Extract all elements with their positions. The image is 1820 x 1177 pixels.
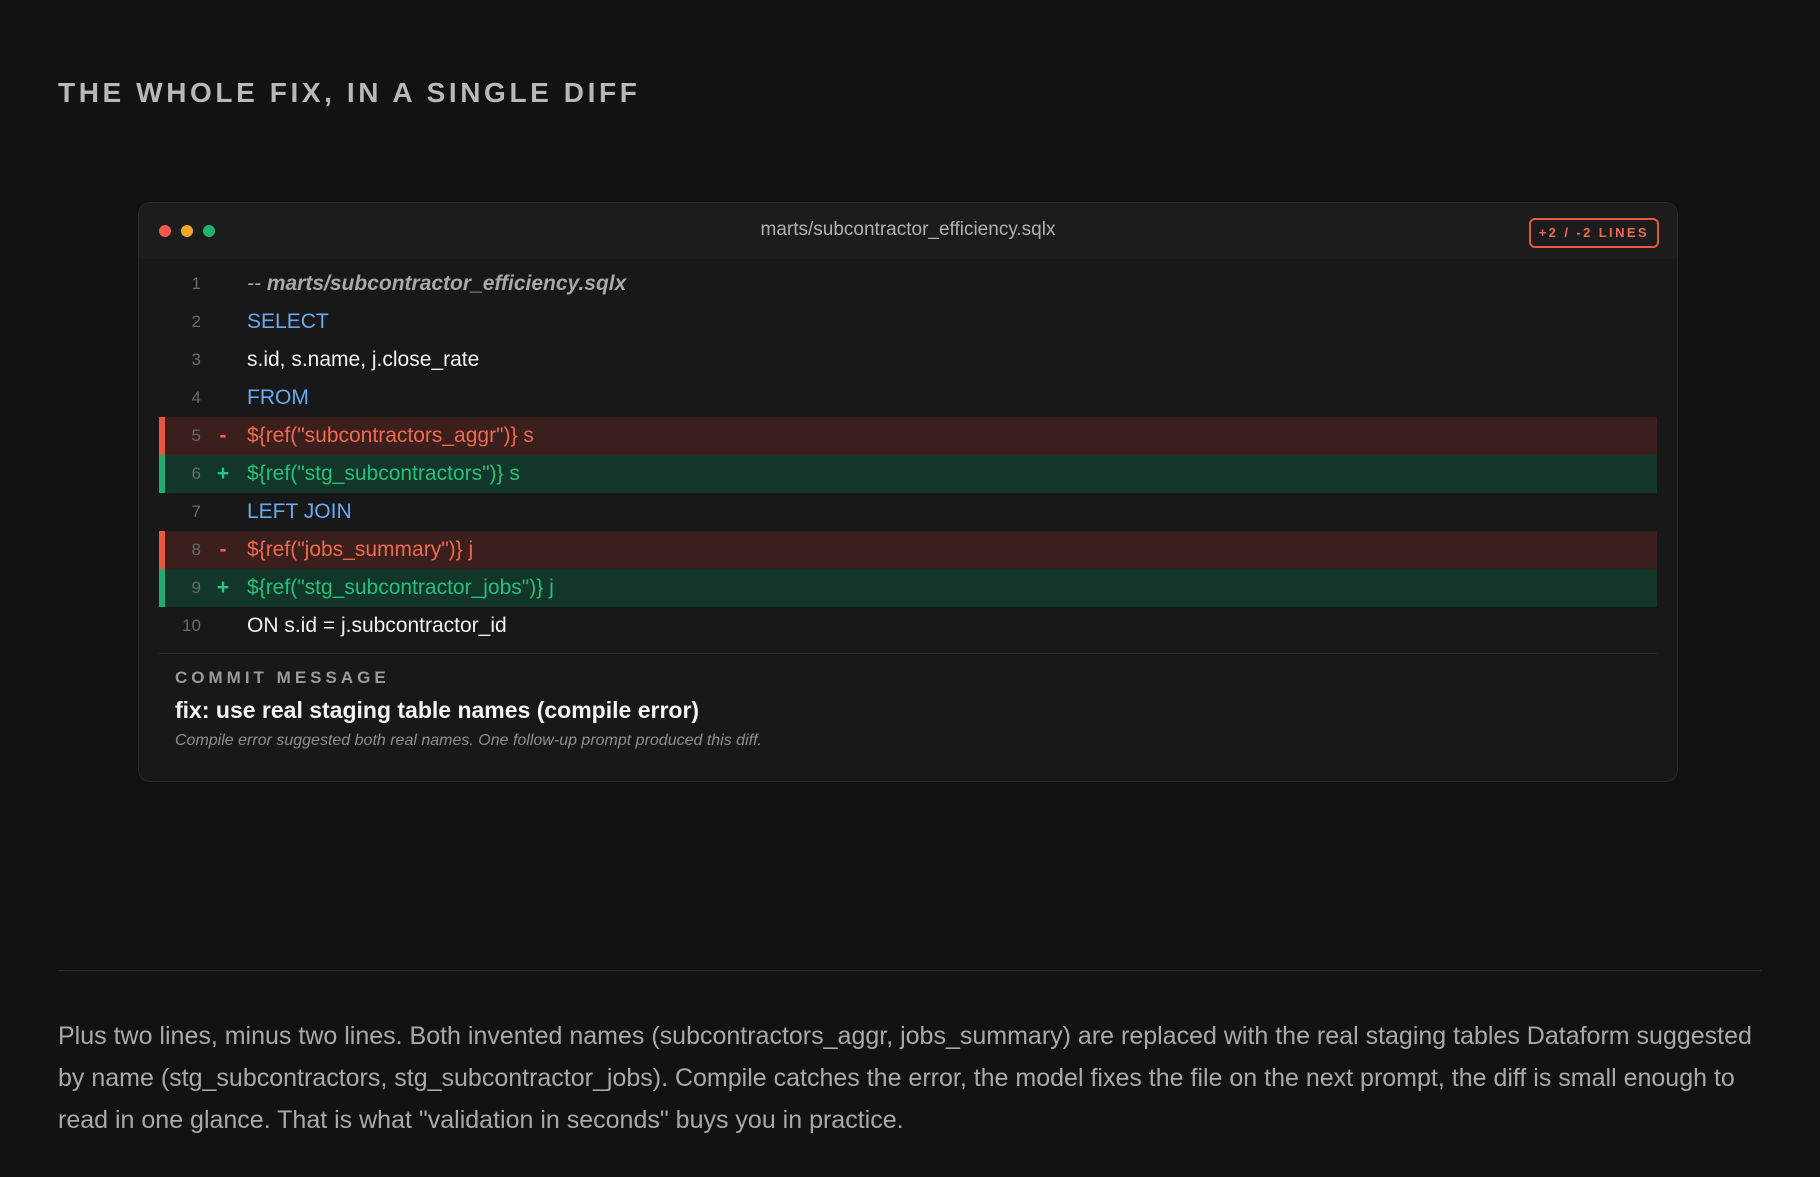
code-text: ${ref("subcontractors_aggr")} s [247, 424, 534, 447]
diff-filename: marts/subcontractor_efficiency.sqlx [760, 219, 1056, 240]
line-number: 10 [182, 616, 201, 635]
code-text: ${ref("stg_subcontractors")} s [247, 462, 520, 485]
diff-line-removed: 8- ${ref("jobs_summary")} j [159, 531, 1657, 569]
code-text: -- marts/subcontractor_efficiency.sqlx [247, 272, 627, 295]
page-title: THE WHOLE FIX, IN A SINGLE DIFF [58, 76, 641, 108]
plus-marker: + [216, 462, 230, 485]
commit-separator [159, 653, 1657, 654]
summary-paragraph: Plus two lines, minus two lines. Both in… [58, 1022, 1752, 1134]
line-number: 2 [191, 312, 201, 331]
line-number: 1 [191, 274, 201, 293]
diff-line-context: 3 s.id, s.name, j.close_rate [159, 341, 1657, 379]
diff-window: marts/subcontractor_efficiency.sqlx +2 /… [138, 202, 1678, 782]
diff-line-removed: 5- ${ref("subcontractors_aggr")} s [159, 417, 1657, 455]
line-number: 6 [191, 464, 201, 483]
commit-title: fix: use real staging table names (compi… [175, 697, 700, 723]
diff-line-added: 9 + ${ref("stg_subcontractor_jobs")} j [159, 569, 1657, 607]
diff-line-added: 6 + ${ref("stg_subcontractors")} s [159, 455, 1657, 493]
code-text: ${ref("jobs_summary")} j [247, 538, 474, 561]
line-number: 3 [191, 350, 201, 369]
line-number: 4 [191, 388, 201, 407]
minus-marker: - [219, 424, 227, 447]
code-text: SELECT [247, 310, 329, 333]
code-text: FROM [247, 386, 309, 409]
diff-line-context: 1 -- marts/subcontractor_efficiency.sqlx [159, 265, 1657, 303]
code-text: LEFT JOIN [247, 500, 352, 523]
diff-titlebar: marts/subcontractor_efficiency.sqlx +2 /… [139, 203, 1677, 259]
diff-stats-badge: +2 / -2 LINES [1528, 218, 1659, 248]
line-number: 5 [191, 426, 201, 445]
code-text: s.id, s.name, j.close_rate [247, 348, 480, 371]
line-number: 8 [191, 540, 201, 559]
diff-line-context: 2 SELECT [159, 303, 1657, 341]
commit-body: Compile error suggested both real names.… [175, 732, 762, 749]
section-divider [58, 970, 1762, 971]
code-block: 1 -- marts/subcontractor_efficiency.sqlx 2… [159, 265, 1657, 645]
minus-marker: - [219, 538, 227, 561]
line-number: 9 [191, 578, 201, 597]
code-text: ${ref("stg_subcontractor_jobs")} j [247, 576, 554, 599]
diff-line-context: 4 FROM [159, 379, 1657, 417]
commit-label: COMMIT MESSAGE [175, 668, 390, 687]
line-number: 7 [191, 502, 201, 521]
diff-line-context: 7 LEFT JOIN [159, 493, 1657, 531]
plus-marker: + [216, 576, 230, 599]
code-text: ON s.id = j.subcontractor_id [247, 614, 507, 637]
diff-line-context: 10 ON s.id = j.subcontractor_id [159, 607, 1657, 645]
